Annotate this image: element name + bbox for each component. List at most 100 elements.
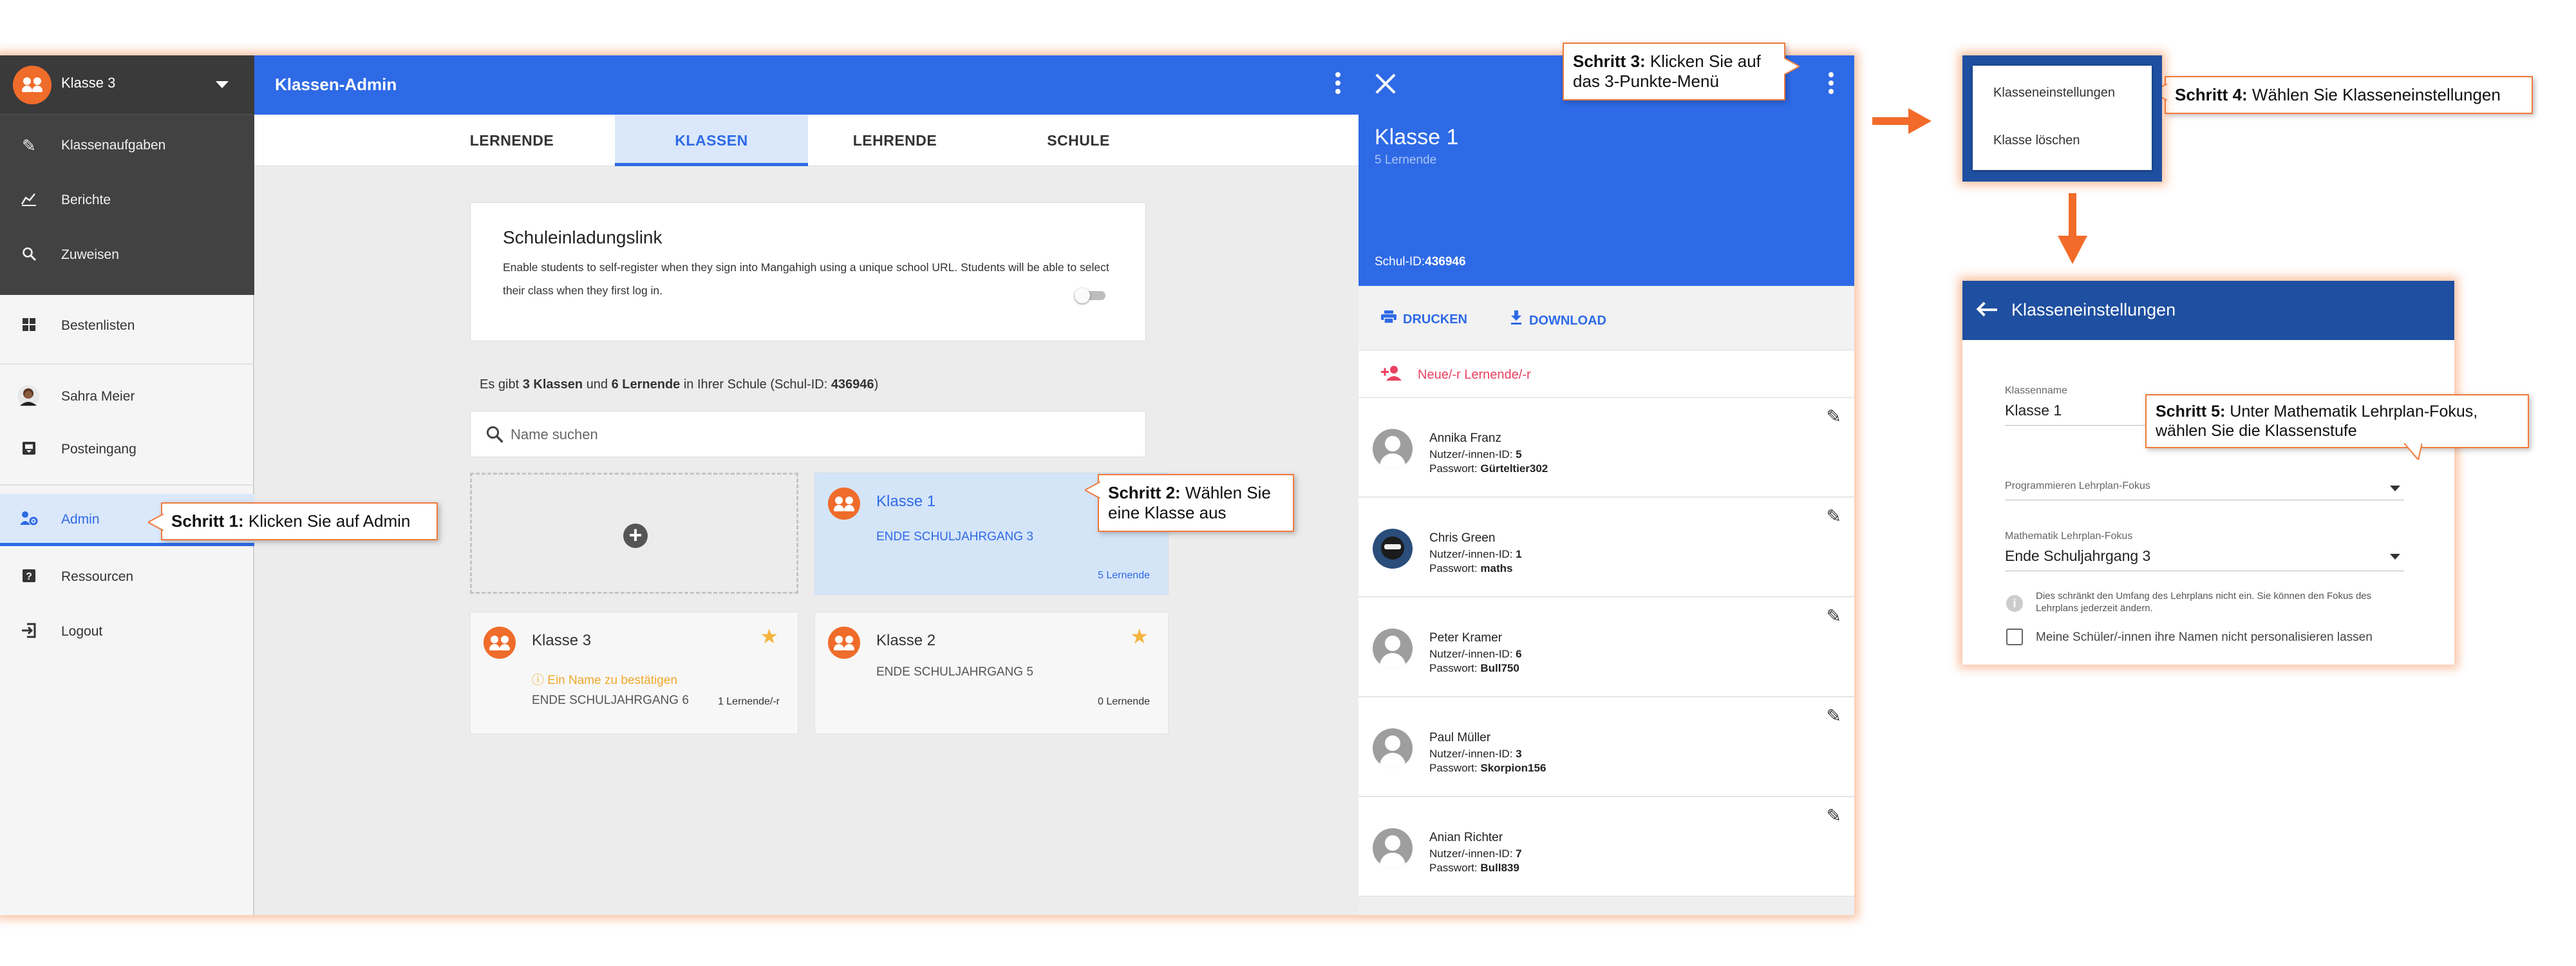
checkbox-label: Meine Schüler/-innen ihre Namen nicht pe… [2036,630,2373,644]
print-icon [1381,310,1396,327]
callout-step-3: Schritt 3: Klicken Sie auf das 3-Punkte-… [1563,43,1800,100]
add-person-icon [1381,365,1402,385]
menu-item-klasse-loeschen[interactable]: Klasse löschen [1973,116,2152,165]
callout-step-4: Schritt 4: Wählen Sie Klasseneinstellung… [2152,76,2533,114]
learner-row[interactable]: Chris Green Nutzer/-innen-ID: 1 Passwort… [1359,498,1854,597]
sidebar-item-ressourcen[interactable]: ? Ressourcen [0,551,254,603]
class-grade: ENDE SCHULJAHRGANG 6 [532,694,689,707]
math-focus-label: Mathematik Lehrplan-Fokus [2005,531,2133,542]
download-icon [1510,310,1523,328]
sidebar-item-label: Logout [61,624,103,639]
more-vert-icon[interactable] [1829,72,1834,97]
app-window: Klasse 3 ✎ Klassenaufgaben Berichte Zuwe… [0,55,1854,915]
menu-item-klasseneinstellungen[interactable]: Klasseneinstellungen [1973,68,2152,117]
star-icon[interactable]: ★ [1130,624,1149,649]
detail-actions: DRUCKEN DOWNLOAD [1359,286,1854,350]
new-learner-button[interactable]: Neue/-r Lernende/-r [1359,350,1854,398]
tab-lernende[interactable]: LERNENDE [447,115,576,166]
class-name-field[interactable]: Klasse 1 [2005,402,2062,419]
edit-pencil-icon[interactable]: ✎ [1827,406,1841,427]
more-vert-icon[interactable] [1335,72,1340,97]
avatar [1373,728,1413,768]
learner-id: Nutzer/-innen-ID: 7 [1429,848,1522,860]
learner-id: Nutzer/-innen-ID: 1 [1429,548,1522,560]
sidebar-item-bestenlisten[interactable]: Bestenlisten [0,300,254,352]
class-selector[interactable]: Klasse 3 [0,55,254,115]
learner-password: Passwort: maths [1429,562,1513,574]
arrow-back-icon[interactable] [1976,300,1998,319]
sidebar-item-logout[interactable]: Logout [0,606,254,658]
invite-title: Schuleinladungslink [503,227,663,247]
chevron-down-icon[interactable] [2390,554,2400,560]
top-bar: Klassen-Admin [254,55,1359,115]
sidebar-item-label: Berichte [61,193,111,207]
print-button[interactable]: DRUCKEN [1381,310,1467,327]
class-group-icon [828,627,860,659]
sidebar-item-label: Posteingang [61,442,136,457]
sidebar-item-klassenaufgaben[interactable]: ✎ Klassenaufgaben [0,120,254,171]
edit-pencil-icon[interactable]: ✎ [1827,506,1841,527]
learner-row[interactable]: Peter Kramer Nutzer/-innen-ID: 6 Passwor… [1359,598,1854,697]
download-button[interactable]: DOWNLOAD [1510,310,1606,328]
learner-row[interactable]: Annika Franz Nutzer/-innen-ID: 5 Passwor… [1359,398,1854,497]
chevron-down-icon[interactable] [2390,486,2400,491]
math-focus-select[interactable]: Ende Schuljahrgang 3 [2005,547,2150,565]
edit-pencil-icon[interactable]: ✎ [1827,705,1841,726]
school-summary: Es gibt 3 Klassen und 6 Lernende in Ihre… [480,377,879,392]
bar-chart-icon [19,191,39,209]
tab-schule[interactable]: SCHULE [1014,115,1143,166]
help-icon: ? [19,568,39,586]
sidebar-item-zuweisen[interactable]: Zuweisen [0,229,254,281]
sidebar-item-posteingang[interactable]: Posteingang [0,424,254,475]
close-icon[interactable] [1373,71,1398,97]
settings-header: Klasseneinstellungen [1962,281,2454,340]
sidebar-item-profile[interactable]: Sahra Meier [0,371,254,422]
inbox-icon [19,440,39,459]
star-icon[interactable]: ★ [760,624,778,649]
tab-klassen[interactable]: KLASSEN [615,115,808,166]
sidebar-item-berichte[interactable]: Berichte [0,175,254,226]
info-text: Dies schränkt den Umfang des Lehrplans n… [2036,591,2372,614]
learner-row[interactable]: Paul Müller Nutzer/-innen-ID: 3 Passwort… [1359,697,1854,797]
search-icon [19,246,39,264]
detail-class-name: Klasse 1 [1375,125,1459,149]
class-card-klasse-2[interactable]: Klasse 2 ★ ENDE SCHULJAHRGANG 5 0 Lernen… [814,612,1169,734]
learner-password: Passwort: Bull839 [1429,862,1519,874]
personalize-names-checkbox[interactable] [2006,629,2023,645]
settings-title: Klasseneinstellungen [2011,300,2176,319]
sidebar-item-label: Zuweisen [61,247,119,262]
class-learner-count: 5 Lernende [1098,570,1150,581]
avatar [1373,828,1413,868]
search-input[interactable] [511,423,1129,446]
learner-id: Nutzer/-innen-ID: 6 [1429,648,1522,660]
class-card-klasse-3[interactable]: Klasse 3 ★ ⓘ Ein Name zu bestätigen ENDE… [470,612,798,734]
warning-icon: ⓘ [532,674,548,687]
class-group-icon [13,66,52,104]
learner-name: Peter Kramer [1429,631,1502,645]
class-name-label: Klassenname [2005,385,2067,396]
class-name: Klasse 2 [876,632,936,649]
search-icon [485,424,505,445]
class-name: Klasse 1 [876,493,936,510]
learner-name: Anian Richter [1429,831,1503,844]
detail-learner-count: 5 Lernende [1375,153,1437,167]
edit-pencil-icon[interactable]: ✎ [1827,605,1841,627]
sidebar-item-label: Bestenlisten [61,318,135,333]
learner-name: Annika Franz [1429,431,1501,445]
avatar [1373,629,1413,668]
learner-password: Passwort: Skorpion156 [1429,762,1547,774]
tab-lehrende[interactable]: LEHRENDE [831,115,959,166]
learner-row[interactable]: Anian Richter Nutzer/-innen-ID: 7 Passwo… [1359,797,1854,896]
callout-step-5: Schritt 5: Unter Mathematik Lehrplan-Fok… [2145,394,2529,460]
info-icon: i [2006,595,2023,612]
edit-pencil-icon[interactable]: ✎ [1827,805,1841,826]
active-indicator [0,543,254,546]
grid-icon [19,317,39,335]
invite-toggle[interactable] [1075,288,1107,303]
avatar [1373,429,1413,469]
add-class-card[interactable]: + [470,473,798,594]
class-selector-label: Klasse 3 [61,75,116,91]
search-bar [470,411,1146,457]
callout-step-1: Schritt 1: Klicken Sie auf Admin [148,502,438,540]
chevron-down-icon[interactable] [216,81,229,88]
